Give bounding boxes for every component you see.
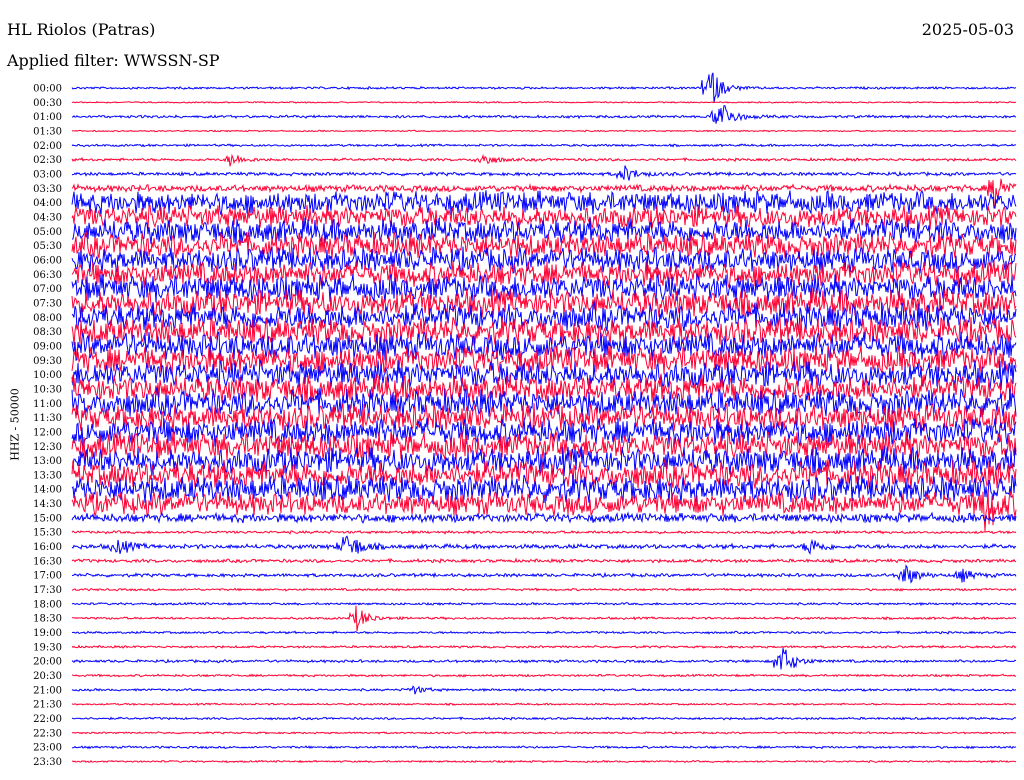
- trace-1700: [71, 564, 1017, 584]
- row-time-label: 08:30: [33, 327, 62, 338]
- trace-1730: [71, 587, 1017, 592]
- trace-0100: [71, 105, 1017, 124]
- row-time-label: 08:00: [33, 313, 62, 324]
- row-time-label: 09:00: [33, 341, 62, 352]
- trace-1500: [71, 511, 1017, 524]
- trace-0230: [71, 153, 1017, 167]
- row-time-label: 21:30: [33, 700, 62, 711]
- trace-0000: [71, 72, 1017, 103]
- row-time-label: 15:30: [33, 528, 62, 539]
- trace-2000: [71, 648, 1017, 670]
- row-time-label: 22:30: [33, 728, 62, 739]
- row-time-label: 17:30: [33, 585, 62, 596]
- row-time-label: 02:00: [33, 141, 62, 152]
- trace-1630: [71, 557, 1017, 564]
- row-time-label: 01:30: [33, 126, 62, 137]
- row-time-label: 19:30: [33, 642, 62, 653]
- row-time-label: 03:00: [33, 169, 62, 180]
- trace-0200: [71, 143, 1017, 148]
- row-time-label: 20:30: [33, 671, 62, 682]
- row-time-label: 10:30: [33, 384, 62, 395]
- trace-1800: [71, 601, 1017, 607]
- row-time-label: 19:00: [33, 628, 62, 639]
- trace-0130: [71, 129, 1017, 133]
- trace-1030: [71, 373, 1017, 404]
- row-time-label: 06:00: [33, 255, 62, 266]
- trace-1900: [71, 630, 1017, 635]
- row-time-label: 23:00: [33, 743, 62, 754]
- row-time-label: 10:00: [33, 370, 62, 381]
- trace-0030: [71, 100, 1017, 104]
- row-time-label: 23:30: [33, 757, 62, 768]
- row-time-label: 02:30: [33, 155, 62, 166]
- row-time-label: 01:00: [33, 112, 62, 123]
- row-time-label: 16:00: [33, 542, 62, 553]
- trace-1830: [71, 605, 1017, 632]
- trace-2300: [71, 744, 1017, 750]
- row-time-label: 11:30: [33, 413, 62, 424]
- row-time-label: 11:00: [33, 399, 62, 410]
- row-time-label: 21:00: [33, 685, 62, 696]
- row-time-label: 05:30: [33, 241, 62, 252]
- row-time-label: 07:00: [33, 284, 62, 295]
- row-time-label: 06:30: [33, 270, 62, 281]
- row-time-label: 03:30: [33, 184, 62, 195]
- trace-1930: [71, 644, 1017, 649]
- row-time-label: 14:00: [33, 485, 62, 496]
- trace-2330: [71, 759, 1017, 764]
- trace-1530: [71, 529, 1017, 535]
- row-time-label: 18:00: [33, 599, 62, 610]
- row-time-label: 00:00: [33, 84, 62, 95]
- trace-2200: [71, 716, 1017, 721]
- row-time-label: 05:00: [33, 227, 62, 238]
- row-time-label: 17:00: [33, 571, 62, 582]
- row-time-label: 00:30: [33, 98, 62, 109]
- row-time-label: 16:30: [33, 556, 62, 567]
- seismogram-plot: 00:00 00:30 01:00 01:30 02:00 02:30 03:00 03:30…: [33, 72, 1017, 768]
- trace-1600: [71, 535, 1017, 555]
- row-time-label: 13:30: [33, 470, 62, 481]
- row-time-label: 14:30: [33, 499, 62, 510]
- row-time-label: 12:30: [33, 442, 62, 453]
- trace-2230: [71, 730, 1017, 735]
- row-time-label: 09:30: [33, 356, 62, 367]
- row-time-label: 18:30: [33, 614, 62, 625]
- row-time-label: 04:30: [33, 212, 62, 223]
- trace-2030: [71, 673, 1017, 678]
- row-time-label: 04:00: [33, 198, 62, 209]
- trace-0300: [71, 165, 1017, 181]
- trace-0330: [71, 178, 1017, 209]
- row-time-label: 22:00: [33, 714, 62, 725]
- row-time-label: 12:00: [33, 427, 62, 438]
- trace-2100: [71, 685, 1017, 695]
- row-time-label: 13:00: [33, 456, 62, 467]
- row-time-label: 20:00: [33, 657, 62, 668]
- trace-2130: [71, 702, 1017, 707]
- row-time-label: 15:00: [33, 513, 62, 524]
- row-time-label: 07:30: [33, 298, 62, 309]
